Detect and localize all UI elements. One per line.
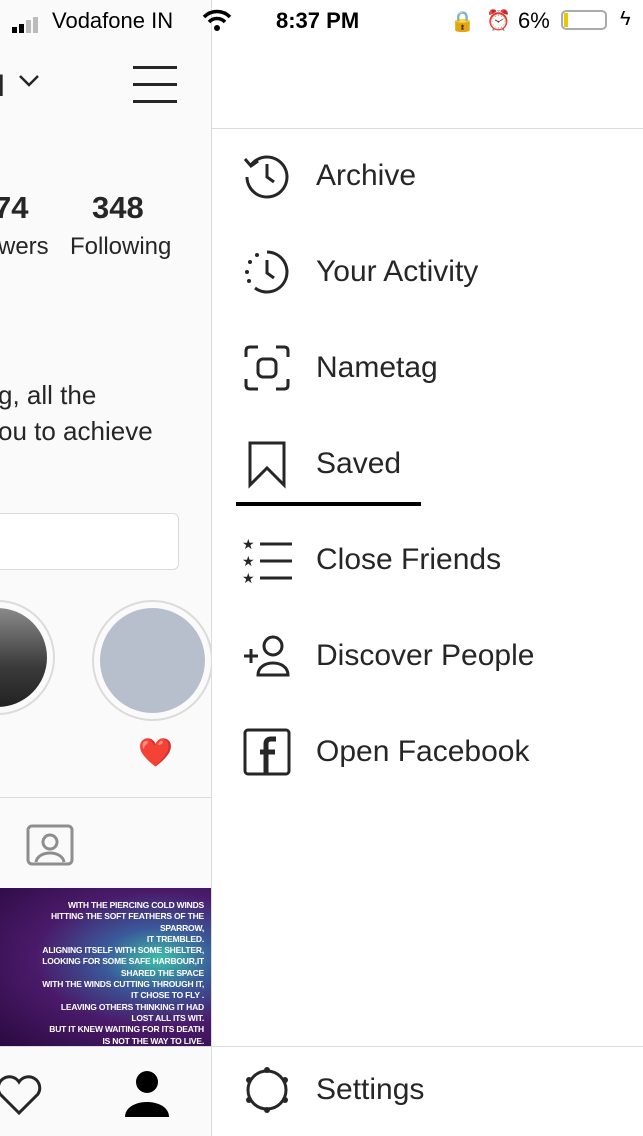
post-text: WITH THE PIERCING COLD WINDS HITTING THE … bbox=[42, 900, 204, 1047]
post-text-line: BUT IT KNEW WAITING FOR ITS DEATH bbox=[49, 1024, 204, 1035]
username[interactable]: l bbox=[0, 70, 5, 104]
followers-label[interactable]: wers bbox=[0, 233, 49, 261]
following-count[interactable]: 348 bbox=[92, 190, 144, 226]
post-text-line: HITTING THE SOFT FEATHERS OF THE bbox=[50, 911, 204, 922]
menu-item-your-activity[interactable]: Your Activity bbox=[242, 242, 478, 302]
archive-icon bbox=[243, 155, 289, 199]
post-text-line: LOOKING FOR SOME SAFE HARBOUR,IT bbox=[42, 956, 204, 967]
nametag-icon bbox=[244, 345, 290, 391]
menu-item-label: Nametag bbox=[316, 351, 438, 384]
hamburger-menu-icon[interactable] bbox=[133, 64, 177, 109]
alarm-icon: ⏰ bbox=[486, 10, 511, 32]
divider bbox=[212, 128, 643, 129]
post-text-line: WITH THE PIERCING COLD WINDS bbox=[67, 900, 204, 910]
wifi-icon bbox=[202, 9, 232, 37]
svg-text:★: ★ bbox=[242, 536, 255, 552]
post-text-line: IT CHOSE TO FLY . bbox=[131, 990, 204, 1001]
post-text-line: WITH THE WINDS CUTTING THROUGH IT, bbox=[42, 979, 204, 990]
chevron-down-icon[interactable] bbox=[18, 74, 40, 93]
battery-percent: 6% bbox=[518, 8, 550, 33]
settings-button[interactable]: Settings bbox=[242, 1060, 424, 1120]
heart-icon[interactable] bbox=[0, 1073, 44, 1122]
post-thumbnail[interactable]: WITH THE PIERCING COLD WINDS HITTING THE … bbox=[0, 888, 211, 1047]
side-menu: Archive Your Activity Nametag Saved ★ ★ ★ … bbox=[212, 0, 643, 1136]
menu-item-close-friends[interactable]: ★ ★ ★ Close Friends bbox=[242, 530, 501, 590]
edit-profile-button[interactable] bbox=[0, 513, 179, 570]
highlight-title: ❤️ bbox=[138, 737, 173, 768]
post-text-line: ALIGNING ITSELF WITH SOME SHELTER, bbox=[42, 945, 204, 956]
menu-item-open-facebook[interactable]: Open Facebook bbox=[242, 722, 529, 782]
rotation-lock-icon: 🔒 bbox=[450, 11, 475, 33]
settings-label: Settings bbox=[316, 1073, 425, 1106]
divider bbox=[212, 1046, 643, 1047]
close-friends-icon: ★★★ bbox=[242, 536, 292, 585]
menu-item-label: Close Friends bbox=[316, 543, 502, 576]
bio-line: ou to achieve bbox=[0, 416, 153, 446]
gear-icon bbox=[246, 1067, 288, 1113]
bottom-nav bbox=[0, 1046, 211, 1136]
menu-item-discover-people[interactable]: Discover People bbox=[242, 626, 534, 686]
profile-background: l 74 wers 348 Following g, all the ou to… bbox=[0, 0, 212, 1136]
bio-line: g, all the bbox=[0, 380, 97, 410]
facebook-icon bbox=[243, 728, 291, 776]
story-highlight[interactable] bbox=[0, 600, 55, 715]
clock: 8:37 PM bbox=[276, 8, 360, 33]
post-text-line: IT TREMBLED. bbox=[146, 933, 204, 944]
post-text-line: SPARROW, bbox=[159, 922, 204, 933]
profile-icon[interactable] bbox=[124, 1069, 170, 1122]
followers-count[interactable]: 74 bbox=[0, 190, 28, 226]
divider bbox=[0, 797, 211, 798]
saved-underline bbox=[236, 502, 421, 506]
menu-item-nametag[interactable]: Nametag bbox=[242, 338, 438, 398]
menu-item-label: Discover People bbox=[316, 639, 535, 672]
menu-item-label: Open Facebook bbox=[316, 735, 530, 768]
following-label[interactable]: Following bbox=[70, 233, 171, 261]
signal-icon bbox=[12, 13, 48, 39]
menu-item-label: Archive bbox=[316, 159, 417, 192]
bookmark-icon bbox=[248, 441, 286, 489]
charging-icon: ϟ bbox=[620, 8, 631, 30]
add-person-icon bbox=[244, 635, 290, 677]
menu-item-label: Your Activity bbox=[316, 255, 479, 288]
menu-item-archive[interactable]: Archive bbox=[242, 146, 416, 206]
menu-item-saved[interactable]: Saved bbox=[242, 434, 401, 494]
menu-item-label: Saved bbox=[316, 447, 402, 480]
status-bar: Vodafone IN 8:37 PM 🔒 ⏰ 6% ϟ bbox=[0, 0, 643, 40]
svg-text:★: ★ bbox=[242, 553, 255, 569]
activity-icon bbox=[245, 250, 289, 294]
battery-icon bbox=[561, 10, 607, 30]
post-text-line: SHARED THE SPACE bbox=[120, 967, 204, 978]
post-text-line: LOST ALL ITS WIT. bbox=[131, 1012, 204, 1023]
tagged-tab-icon[interactable] bbox=[26, 818, 76, 873]
svg-text:★: ★ bbox=[242, 570, 255, 585]
story-highlight[interactable] bbox=[92, 600, 211, 721]
carrier: Vodafone IN bbox=[52, 8, 174, 33]
post-text-line: LEAVING OTHERS THINKING IT HAD bbox=[60, 1001, 204, 1012]
